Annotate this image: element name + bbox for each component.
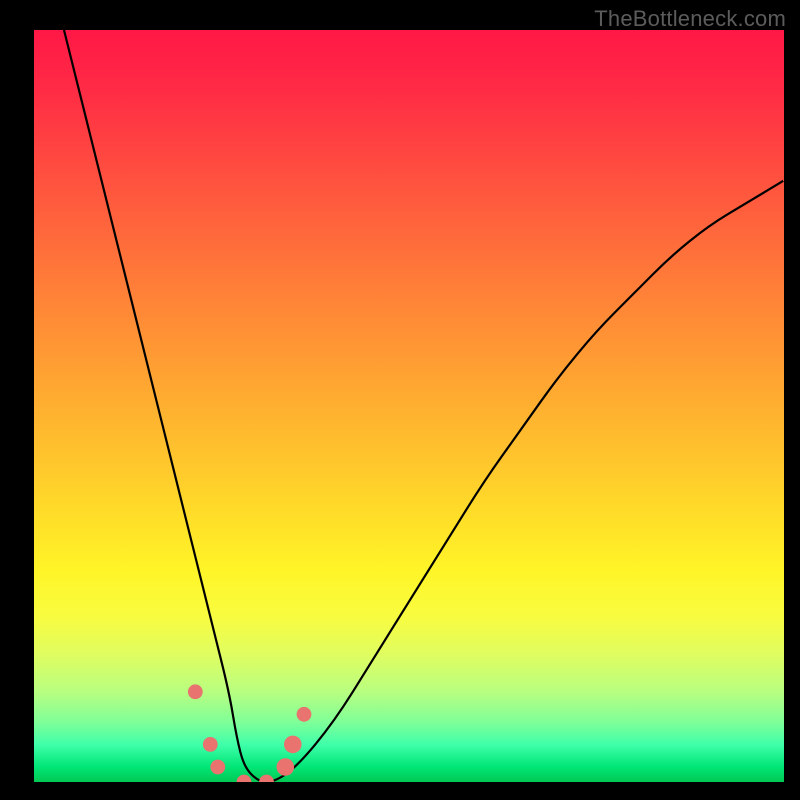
curve-marker: [277, 758, 295, 776]
plot-area: [34, 30, 784, 782]
watermark-text: TheBottleneck.com: [594, 6, 786, 32]
curve-marker: [284, 736, 302, 754]
curve-marker: [210, 760, 225, 775]
bottleneck-curve: [64, 30, 784, 782]
bottleneck-curve-svg: [34, 30, 784, 782]
chart-frame: TheBottleneck.com: [0, 0, 800, 800]
curve-marker: [259, 775, 274, 782]
curve-marker: [188, 684, 203, 699]
curve-marker: [297, 707, 312, 722]
curve-marker: [237, 775, 252, 782]
curve-marker: [203, 737, 218, 752]
curve-markers: [188, 684, 311, 782]
